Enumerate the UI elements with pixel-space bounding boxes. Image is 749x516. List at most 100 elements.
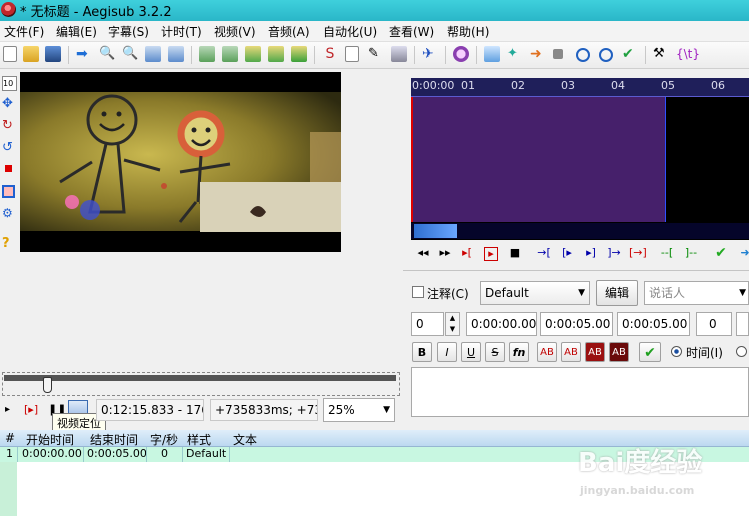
menu-view[interactable]: 查看(W) — [389, 23, 434, 40]
style-value: Default — [485, 286, 529, 300]
spellcheck-icon[interactable]: ✔ — [622, 46, 638, 62]
strikeout-button[interactable]: S — [485, 342, 505, 362]
menu-timing[interactable]: 计时(T) — [161, 23, 202, 40]
audio-scroll-thumb[interactable] — [414, 224, 457, 238]
attachments-icon[interactable] — [199, 46, 215, 62]
play-to-end-icon[interactable]: [→] — [629, 246, 647, 260]
margin-left-input[interactable]: 0 — [696, 312, 732, 336]
layer-spin-input[interactable]: 0 — [411, 312, 444, 336]
lead-in-icon[interactable]: --[ — [660, 246, 674, 260]
actor-combobox[interactable]: 说话人 ▼ — [644, 281, 749, 305]
start-time-input[interactable]: 0:00:00.00 — [466, 312, 537, 336]
help-icon[interactable]: ? — [2, 237, 15, 250]
zoom-out-icon[interactable]: 🔍 — [122, 46, 138, 62]
styling-assistant-icon[interactable]: S — [322, 46, 338, 62]
video-position-display: 0:12:15.833 - 1766 — [96, 399, 204, 421]
play-video-icon[interactable]: ▸ — [5, 404, 10, 415]
drag-tool-icon[interactable]: ✥ — [2, 97, 15, 110]
vector-clip-icon[interactable]: ⚙ — [2, 207, 15, 220]
outline-color-button[interactable]: AB — [585, 342, 605, 362]
go-to-next-icon[interactable]: ➜ — [738, 246, 749, 260]
audio-scrollbar[interactable] — [411, 223, 749, 239]
automation-icon[interactable]: ✈ — [422, 46, 438, 62]
standard-tool-icon[interactable]: 10 — [2, 76, 17, 91]
zoom-in-icon[interactable]: 🔍 — [99, 46, 115, 62]
menu-automation[interactable]: 自动化(U) — [323, 23, 377, 40]
italic-button[interactable]: I — [437, 342, 457, 362]
options-icon[interactable]: ⚒ — [653, 46, 669, 62]
find-icon[interactable]: ✎ — [368, 46, 384, 62]
zoom-select[interactable]: 25% ▼ — [323, 398, 395, 422]
kanji-timer-icon[interactable]: ➜ — [530, 46, 546, 62]
comment-checkbox[interactable] — [412, 286, 424, 298]
video-display[interactable] — [20, 72, 341, 252]
open-audio-icon[interactable] — [168, 46, 184, 62]
timing-processor-icon[interactable]: ✦ — [507, 46, 523, 62]
play-current-line-icon[interactable]: ▸ — [484, 247, 498, 261]
play-selection-icon[interactable]: ▸[ — [460, 246, 474, 260]
col-header-style: 样式 — [187, 433, 212, 447]
clip-tool-icon[interactable] — [2, 185, 15, 198]
menu-edit[interactable]: 编辑(E) — [56, 23, 97, 40]
video-slider-thumb[interactable] — [43, 377, 52, 393]
style-select[interactable]: Default ▼ — [480, 281, 590, 305]
stop-icon[interactable] — [553, 49, 563, 59]
audio-display[interactable]: 0:00:00 01 02 03 04 05 06 — [411, 78, 749, 240]
end-time-input[interactable]: 0:00:05.00 — [540, 312, 613, 336]
scale-tool-icon[interactable] — [5, 165, 12, 172]
translation-assistant-icon[interactable] — [345, 46, 359, 62]
prev-line-icon[interactable]: ◂◂ — [416, 246, 430, 260]
assistant-icon[interactable] — [453, 46, 469, 62]
secondary-color-button[interactable]: AB — [561, 342, 581, 362]
open-video-icon[interactable] — [145, 46, 161, 62]
audio-time-ruler: 0:00:00 01 02 03 04 05 06 — [411, 78, 749, 97]
play-before-icon[interactable]: →[ — [537, 246, 551, 260]
new-file-icon[interactable] — [3, 46, 17, 62]
clock-icon[interactable] — [576, 48, 590, 62]
resample-icon[interactable] — [245, 46, 261, 62]
stop-audio-icon[interactable]: ■ — [508, 246, 522, 260]
lead-out-icon[interactable]: ]-- — [684, 246, 698, 260]
next-line-icon[interactable]: ▸▸ — [438, 246, 452, 260]
primary-color-button[interactable]: AB — [537, 342, 557, 362]
audio-selection[interactable] — [411, 97, 666, 222]
time-radio[interactable] — [671, 346, 682, 357]
styles-manager-icon[interactable] — [291, 46, 307, 62]
underline-button[interactable]: U — [461, 342, 481, 362]
shift-times-icon[interactable] — [484, 46, 500, 62]
layer-spin-buttons[interactable]: ▲ ▼ — [445, 312, 460, 336]
jump-to-icon[interactable]: ➡ — [76, 46, 92, 62]
play-start-icon[interactable]: [▸ — [560, 246, 574, 260]
replace-icon[interactable] — [391, 46, 407, 62]
col-header-text: 文本 — [233, 433, 258, 447]
subtitle-text-editor[interactable] — [411, 367, 749, 417]
commit-icon[interactable]: ✔ — [714, 246, 728, 260]
fonts-collector-icon[interactable] — [222, 46, 238, 62]
row-number: 1 — [6, 447, 13, 460]
edit-style-button[interactable]: 编辑 — [596, 280, 638, 306]
save-icon[interactable] — [45, 46, 61, 62]
play-end-icon[interactable]: ▸] — [584, 246, 598, 260]
menu-file[interactable]: 文件(F) — [4, 23, 44, 40]
properties-icon[interactable] — [268, 46, 284, 62]
tags-toggle-icon[interactable]: {\t} — [676, 46, 700, 62]
shadow-color-button[interactable]: AB — [609, 342, 629, 362]
commit-button[interactable]: ✔ — [639, 342, 661, 362]
bold-button[interactable]: B — [412, 342, 432, 362]
margin-right-input[interactable] — [736, 312, 749, 336]
video-slider-track[interactable] — [4, 375, 396, 381]
menu-video[interactable]: 视频(V) — [214, 23, 256, 40]
video-clock-icon[interactable] — [599, 48, 613, 62]
rotate-xy-icon[interactable]: ↺ — [2, 141, 15, 154]
play-after-icon[interactable]: ]→ — [607, 246, 621, 260]
menu-subtitle[interactable]: 字幕(S) — [108, 23, 149, 40]
menu-audio[interactable]: 音频(A) — [268, 23, 310, 40]
open-file-icon[interactable] — [23, 46, 39, 62]
ruler-label: 02 — [511, 79, 525, 92]
duration-input[interactable]: 0:00:05.00 — [617, 312, 690, 336]
play-line-icon[interactable]: [▸] — [24, 403, 38, 416]
menu-help[interactable]: 帮助(H) — [447, 23, 489, 40]
rotate-z-icon[interactable]: ↻ — [2, 119, 15, 132]
font-button[interactable]: fn — [509, 342, 529, 362]
frame-radio[interactable] — [736, 346, 747, 357]
